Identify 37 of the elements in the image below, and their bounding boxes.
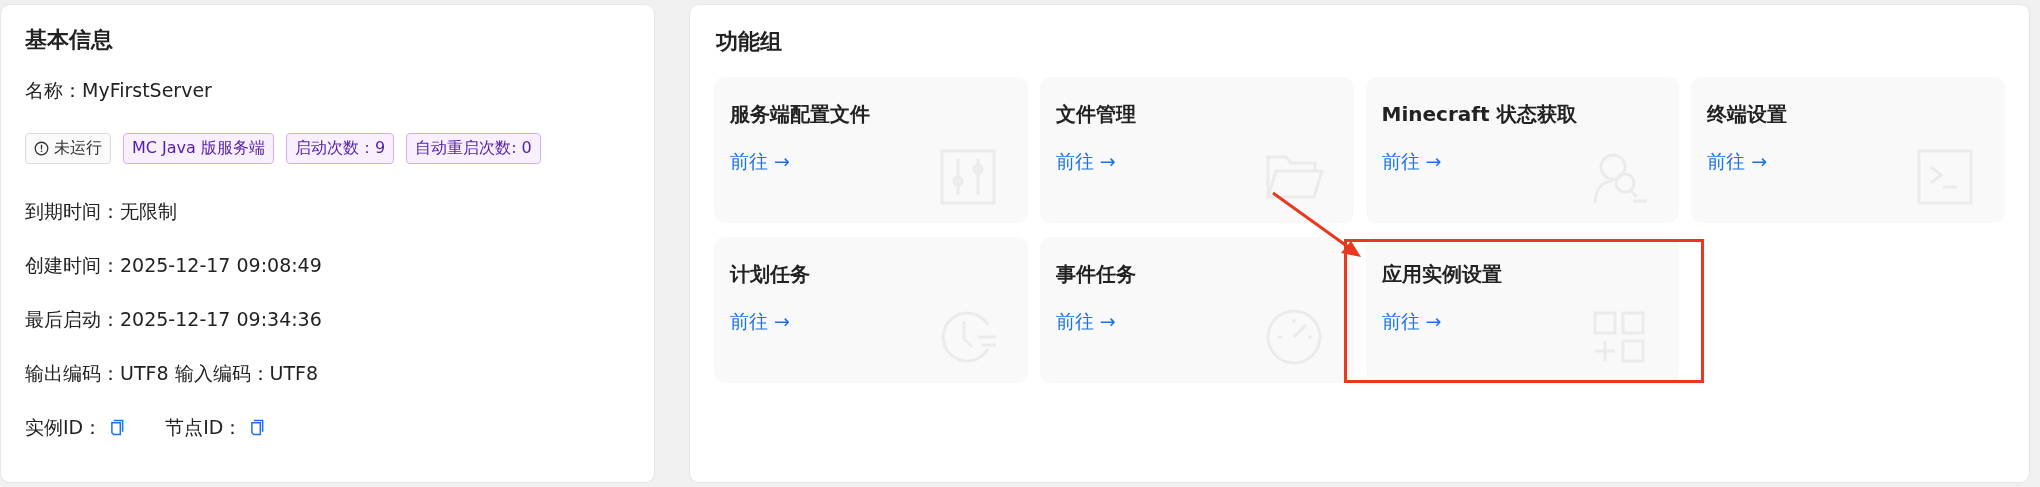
info-tag: 启动次数：9	[285, 133, 395, 164]
panel-title: 功能组	[716, 28, 783, 56]
card-title: Minecraft 状态获取	[1381, 101, 1578, 127]
copy-icon[interactable]	[250, 418, 266, 436]
status-tag: 未运行	[25, 133, 111, 164]
info-text: 输出编码：UTF8 输入编码：UTF8	[25, 361, 320, 386]
alert-icon	[34, 141, 49, 156]
card-title: 终端设置	[1707, 101, 1789, 127]
go-link[interactable]: 前往 →	[1381, 149, 1442, 175]
card-title: 服务端配置文件	[730, 101, 871, 127]
go-link[interactable]: 前往 →	[1055, 309, 1116, 335]
name-text: 名称：MyFirstServer	[25, 78, 213, 103]
card-title: 事件任务	[1055, 261, 1137, 287]
feature-card[interactable]: Minecraft 状态获取 前往 →	[1365, 77, 1680, 223]
go-link[interactable]: 前往 →	[730, 149, 790, 175]
feature-card[interactable]: 计划任务 前往 →	[714, 237, 1028, 383]
info-text: 到期时间：无限制	[25, 199, 178, 224]
go-link[interactable]: 前往 →	[730, 309, 790, 335]
go-link[interactable]: 前往 →	[1381, 309, 1442, 335]
card-title: 文件管理	[1055, 101, 1137, 127]
id-label: 节点ID：	[165, 415, 243, 440]
info-tag: 自动重启次数: 0	[406, 133, 541, 164]
card-title: 应用实例设置	[1381, 261, 1503, 287]
go-link[interactable]: 前往 →	[1055, 149, 1116, 175]
copy-icon[interactable]	[110, 418, 126, 436]
info-tag: MC Java 版服务端	[123, 133, 274, 164]
id-label: 实例ID：	[25, 415, 103, 440]
info-text: 创建时间：2025-12-17 09:08:49	[25, 253, 323, 278]
feature-card[interactable]: 应用实例设置 前往 →	[1365, 237, 1680, 383]
feature-card[interactable]: 服务端配置文件 前往 →	[714, 77, 1028, 223]
feature-card[interactable]: 文件管理 前往 →	[1039, 77, 1354, 223]
info-text: 最后启动：2025-12-17 09:34:36	[25, 307, 323, 332]
feature-card[interactable]: 事件任务 前往 →	[1039, 237, 1354, 383]
card-title: 计划任务	[730, 261, 811, 287]
panel-title: 基本信息	[25, 26, 114, 54]
feature-card[interactable]: 终端设置 前往 →	[1691, 77, 2005, 223]
go-link[interactable]: 前往 →	[1707, 149, 1768, 175]
